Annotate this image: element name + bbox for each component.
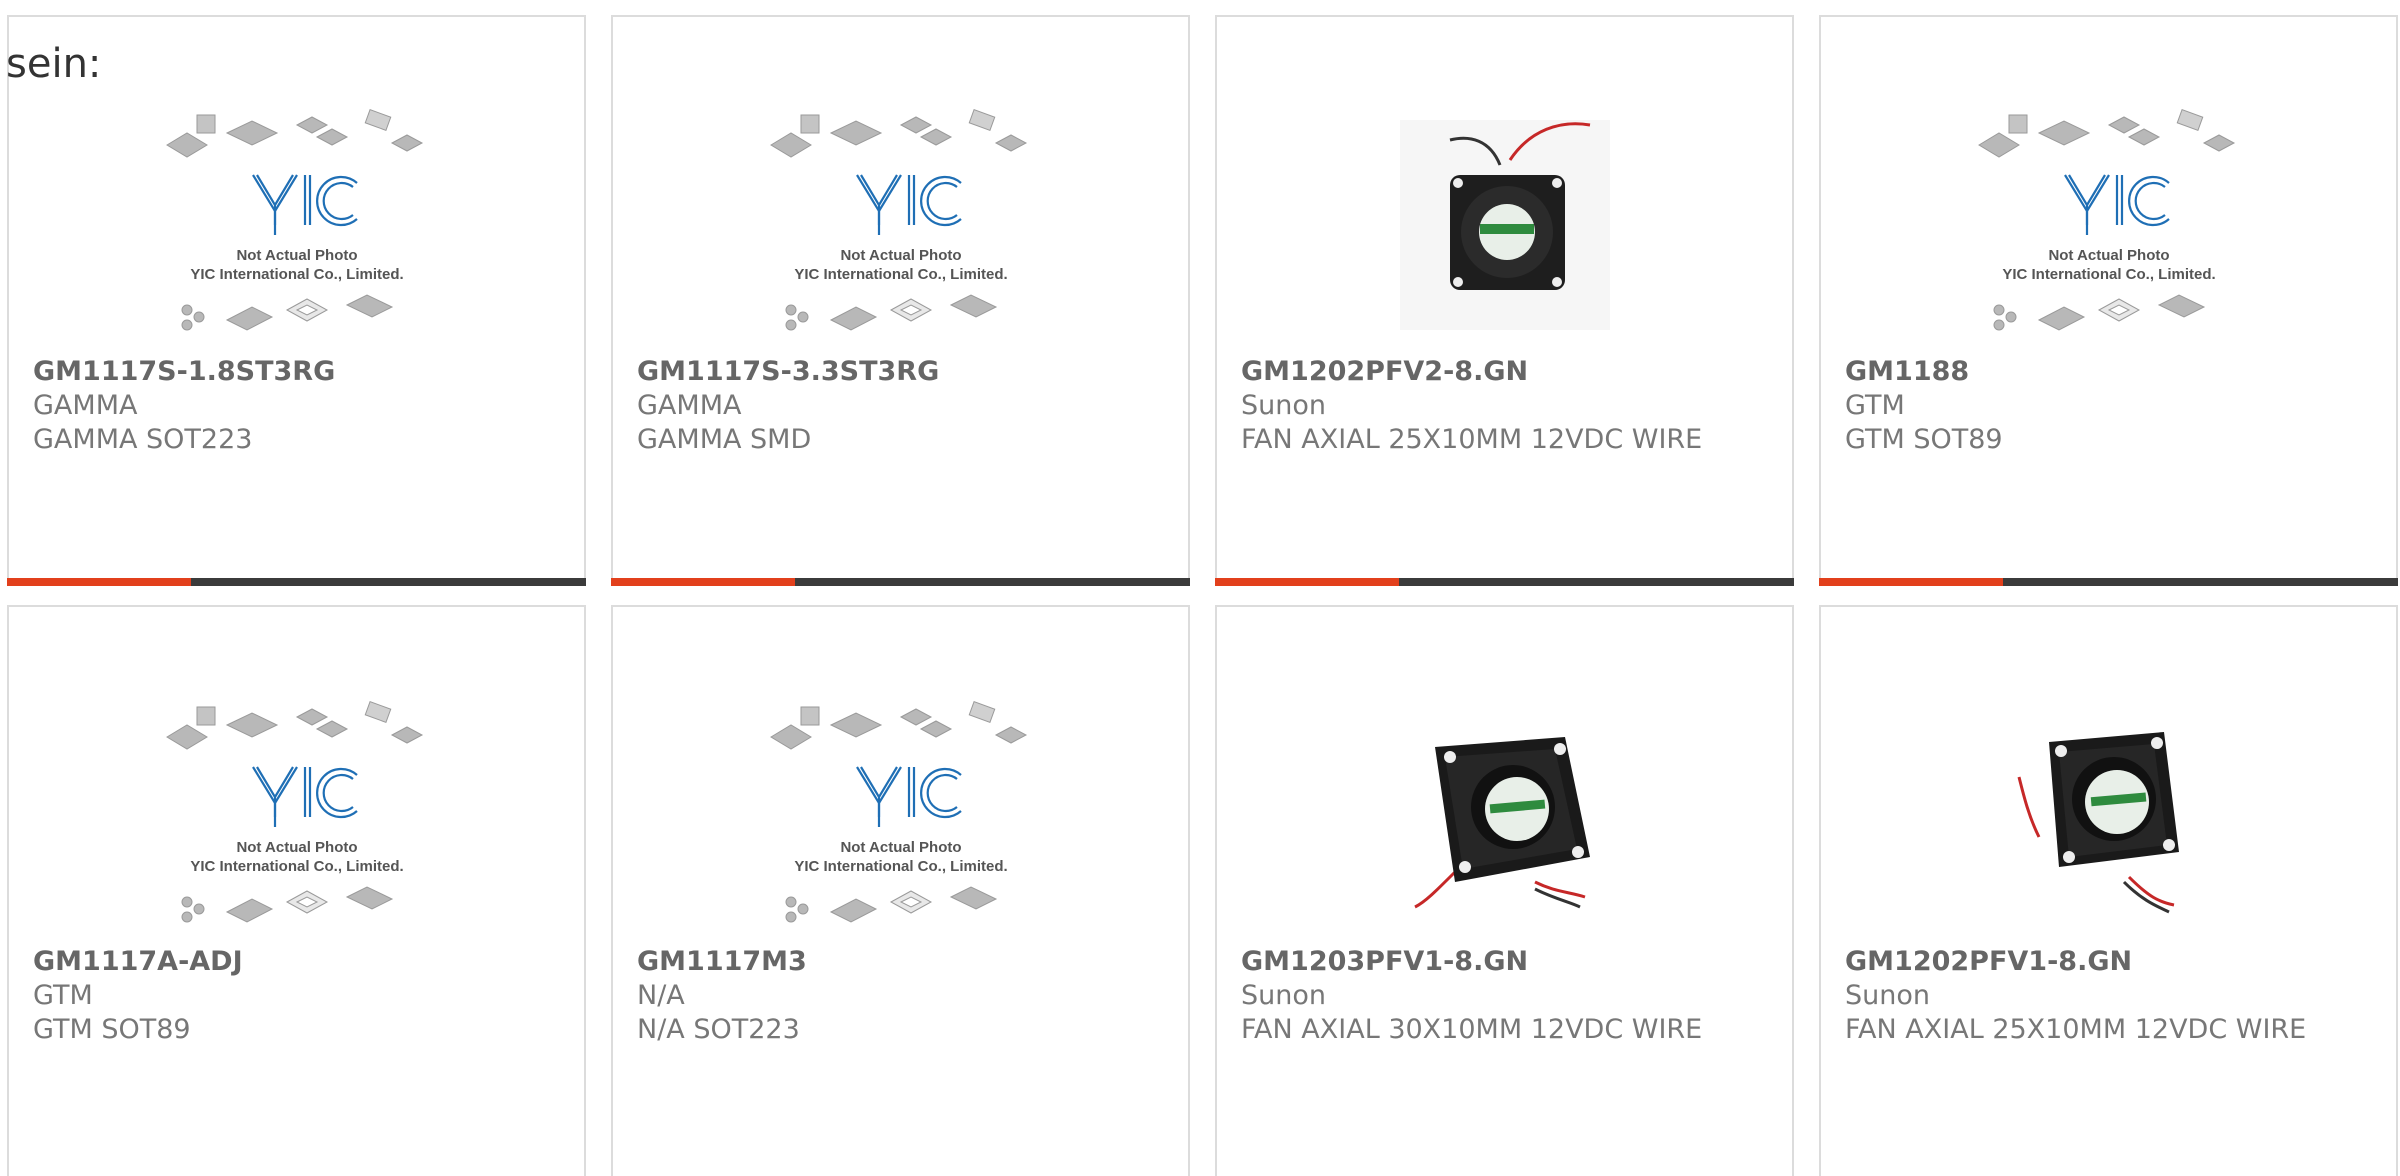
description-label: N/A SOT223: [637, 1014, 800, 1045]
manufacturer-label: GTM: [1845, 390, 1905, 421]
manufacturer-label: GTM: [33, 980, 93, 1011]
description-label: GTM SOT89: [1845, 424, 2003, 455]
product-card[interactable]: Not Actual Photo YIC International Co., …: [7, 15, 586, 586]
card-accent-bar: [1215, 578, 1399, 586]
photo-caption-1: Not Actual Photo: [840, 247, 961, 264]
manufacturer-label: Sunon: [1845, 980, 1930, 1011]
product-image-placeholder[interactable]: Not Actual Photo YIC International Co., …: [157, 85, 437, 365]
product-info: GM1117A-ADJ GTM GTM SOT89: [33, 945, 568, 1047]
manufacturer-label: Sunon: [1241, 390, 1326, 421]
photo-caption-2: YIC International Co., Limited.: [190, 858, 403, 875]
part-number-link[interactable]: GM1202PFV1-8.GN: [1845, 945, 2380, 979]
description-label: FAN AXIAL 30X10MM 12VDC WIRE: [1241, 1014, 1703, 1045]
product-image-placeholder[interactable]: Not Actual Photo YIC International Co., …: [157, 677, 437, 957]
photo-caption-2: YIC International Co., Limited.: [794, 858, 1007, 875]
product-info: GM1117S-1.8ST3RG GAMMA GAMMA SOT223: [33, 355, 568, 457]
description-label: GAMMA SOT223: [33, 424, 253, 455]
product-card[interactable]: Not Actual Photo YIC International Co., …: [1819, 15, 2398, 586]
photo-caption-1: Not Actual Photo: [236, 839, 357, 856]
product-info: GM1203PFV1-8.GN Sunon FAN AXIAL 30X10MM …: [1241, 945, 1776, 1047]
description-label: FAN AXIAL 25X10MM 12VDC WIRE: [1845, 1014, 2307, 1045]
photo-caption-1: Not Actual Photo: [840, 839, 961, 856]
product-card[interactable]: GM1202PFV1-8.GN Sunon FAN AXIAL 25X10MM …: [1819, 605, 2398, 1176]
description-label: FAN AXIAL 25X10MM 12VDC WIRE: [1241, 424, 1703, 455]
product-image-fan[interactable]: [1365, 677, 1645, 957]
manufacturer-label: N/A: [637, 980, 685, 1011]
card-bottom-bar: [1215, 578, 1794, 586]
product-card[interactable]: Not Actual Photo YIC International Co., …: [611, 15, 1190, 586]
product-info: GM1188 GTM GTM SOT89: [1845, 355, 2380, 457]
card-bottom-bar: [1819, 578, 2398, 586]
part-number-link[interactable]: GM1117S-1.8ST3RG: [33, 355, 568, 389]
page-fragment-text: sein:: [6, 41, 102, 87]
photo-caption-1: Not Actual Photo: [2048, 247, 2169, 264]
product-card[interactable]: GM1203PFV1-8.GN Sunon FAN AXIAL 30X10MM …: [1215, 605, 1794, 1176]
product-image-fan[interactable]: [1365, 85, 1645, 365]
photo-caption-2: YIC International Co., Limited.: [794, 266, 1007, 283]
manufacturer-label: GAMMA: [33, 390, 138, 421]
product-card[interactable]: GM1202PFV2-8.GN Sunon FAN AXIAL 25X10MM …: [1215, 15, 1794, 586]
product-card[interactable]: Not Actual Photo YIC International Co., …: [611, 605, 1190, 1176]
part-number-link[interactable]: GM1188: [1845, 355, 2380, 389]
photo-caption-1: Not Actual Photo: [236, 247, 357, 264]
product-info: GM1202PFV1-8.GN Sunon FAN AXIAL 25X10MM …: [1845, 945, 2380, 1047]
card-bottom-bar: [7, 578, 586, 586]
card-accent-bar: [611, 578, 795, 586]
manufacturer-label: GAMMA: [637, 390, 742, 421]
product-image-fan[interactable]: [1969, 677, 2249, 957]
product-info: GM1202PFV2-8.GN Sunon FAN AXIAL 25X10MM …: [1241, 355, 1776, 457]
part-number-link[interactable]: GM1117A-ADJ: [33, 945, 568, 979]
part-number-link[interactable]: GM1117M3: [637, 945, 1172, 979]
product-image-placeholder[interactable]: Not Actual Photo YIC International Co., …: [1969, 85, 2249, 365]
product-info: GM1117M3 N/A N/A SOT223: [637, 945, 1172, 1047]
card-accent-bar: [1819, 578, 2003, 586]
product-grid: Not Actual Photo YIC International Co., …: [7, 15, 2398, 1176]
manufacturer-label: Sunon: [1241, 980, 1326, 1011]
part-number-link[interactable]: GM1203PFV1-8.GN: [1241, 945, 1776, 979]
part-number-link[interactable]: GM1202PFV2-8.GN: [1241, 355, 1776, 389]
product-image-placeholder[interactable]: Not Actual Photo YIC International Co., …: [761, 677, 1041, 957]
description-label: GAMMA SMD: [637, 424, 812, 455]
product-info: GM1117S-3.3ST3RG GAMMA GAMMA SMD: [637, 355, 1172, 457]
part-number-link[interactable]: GM1117S-3.3ST3RG: [637, 355, 1172, 389]
product-image-placeholder[interactable]: Not Actual Photo YIC International Co., …: [761, 85, 1041, 365]
product-card[interactable]: Not Actual Photo YIC International Co., …: [7, 605, 586, 1176]
photo-caption-2: YIC International Co., Limited.: [190, 266, 403, 283]
card-accent-bar: [7, 578, 191, 586]
card-bottom-bar: [611, 578, 1190, 586]
description-label: GTM SOT89: [33, 1014, 191, 1045]
photo-caption-2: YIC International Co., Limited.: [2002, 266, 2215, 283]
